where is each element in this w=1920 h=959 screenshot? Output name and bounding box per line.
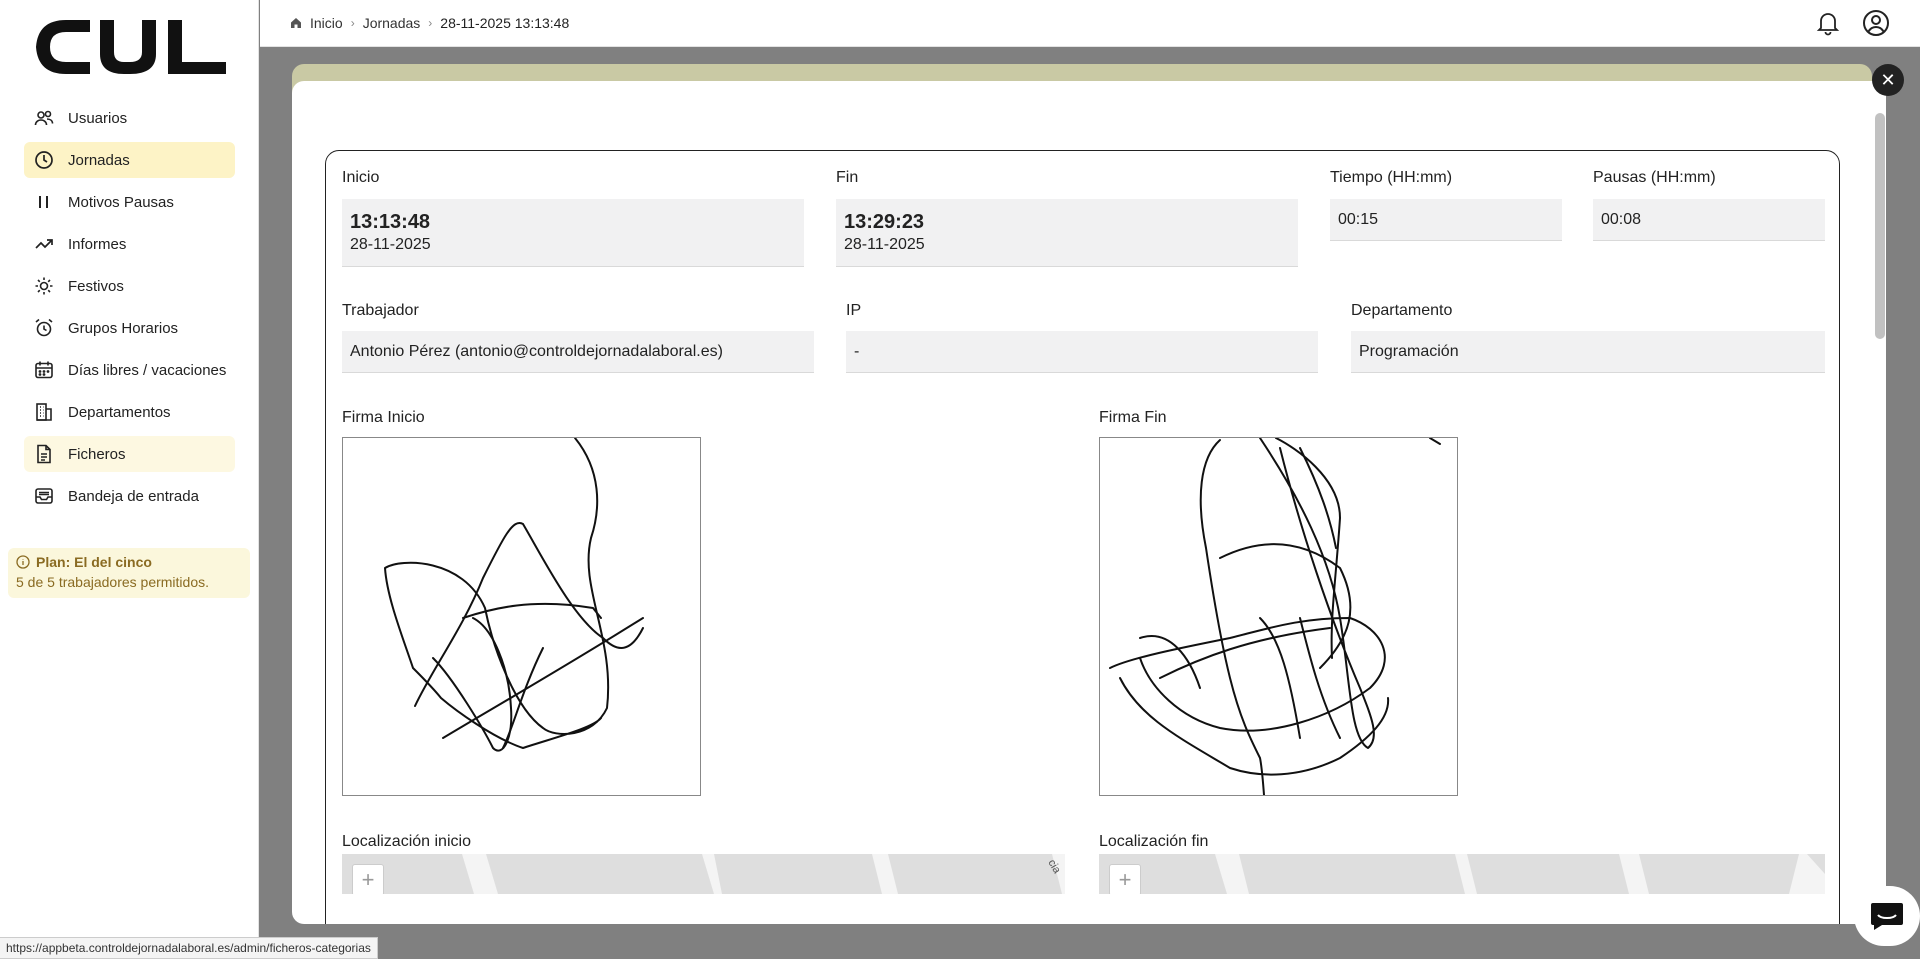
breadcrumb-inicio[interactable]: Inicio: [310, 15, 343, 31]
jornada-record-card: Inicio 13:13:48 28-11-2025 Fin 13:29:23 …: [325, 150, 1840, 924]
trabajador-field: Antonio Pérez (antonio@controldejornadal…: [342, 331, 814, 373]
sidebar-item-label: Festivos: [68, 277, 124, 295]
plan-title-row: Plan: El del cinco: [16, 554, 242, 570]
loc-inicio-label: Localización inicio: [342, 833, 471, 850]
topbar: Inicio › Jornadas › 28-11-2025 13:13:48: [260, 0, 1920, 47]
tiempo-field: 00:15: [1330, 199, 1562, 241]
sidebar-item-festivos[interactable]: Festivos: [24, 268, 235, 304]
ip-label: IP: [846, 302, 862, 319]
firma-fin-image: [1099, 437, 1458, 796]
modal-scrollbar[interactable]: [1875, 113, 1885, 339]
sidebar-item-label: Jornadas: [68, 151, 130, 169]
plan-detail: 5 de 5 trabajadores permitidos.: [16, 574, 209, 590]
chevron-right-icon: ›: [350, 16, 355, 30]
plan-title: Plan: El del cinco: [36, 554, 152, 570]
ip-field: -: [846, 331, 1318, 373]
fin-time: 13:29:23: [844, 211, 925, 233]
app-logo[interactable]: [30, 14, 230, 80]
users-icon: [34, 108, 54, 128]
pausas-label: Pausas (HH:mm): [1593, 169, 1716, 186]
loc-fin-map[interactable]: +: [1099, 854, 1825, 894]
breadcrumb: Inicio › Jornadas › 28-11-2025 13:13:48: [290, 15, 569, 31]
departamento-field: Programación: [1351, 331, 1825, 373]
clock-icon: [34, 150, 54, 170]
zoom-in-button[interactable]: +: [1109, 864, 1141, 894]
chat-button[interactable]: [1854, 886, 1920, 946]
tiempo-label: Tiempo (HH:mm): [1330, 169, 1453, 186]
status-bar-url: https://appbeta.controldejornadalaboral.…: [0, 937, 378, 959]
trend-icon: [34, 234, 54, 254]
sidebar-item-dias-libres[interactable]: Días libres / vacaciones: [24, 352, 235, 388]
sidebar-item-label: Días libres / vacaciones: [68, 361, 227, 379]
jornada-detail-modal: Inicio 13:13:48 28-11-2025 Fin 13:29:23 …: [292, 81, 1886, 924]
fin-label: Fin: [836, 169, 859, 186]
departamento-label: Departamento: [1351, 302, 1453, 319]
fin-field: 13:29:23 28-11-2025: [836, 199, 1298, 267]
breadcrumb-current: 28-11-2025 13:13:48: [440, 15, 570, 31]
firma-fin-label: Firma Fin: [1099, 409, 1167, 426]
info-icon: [16, 555, 30, 569]
user-account-icon[interactable]: [1862, 9, 1890, 37]
sidebar-item-departamentos[interactable]: Departamentos: [24, 394, 235, 430]
sidebar-item-label: Departamentos: [68, 403, 171, 421]
sidebar-item-label: Bandeja de entrada: [68, 487, 199, 505]
sidebar-item-label: Usuarios: [68, 109, 128, 127]
sidebar-item-bandeja[interactable]: Bandeja de entrada: [24, 478, 235, 514]
trabajador-label: Trabajador: [342, 302, 419, 319]
inicio-field: 13:13:48 28-11-2025: [342, 199, 804, 267]
sidebar-item-label: Informes: [68, 235, 127, 253]
sidebar-item-informes[interactable]: Informes: [24, 226, 235, 262]
calendar-icon: [34, 360, 54, 380]
inicio-label: Inicio: [342, 169, 380, 186]
inicio-time: 13:13:48: [350, 211, 431, 233]
alarm-icon: [34, 318, 54, 338]
close-modal-button[interactable]: ✕: [1872, 64, 1904, 96]
plan-info: Plan: El del cinco 5 de 5 trabajadores p…: [8, 548, 250, 598]
breadcrumb-jornadas[interactable]: Jornadas: [363, 15, 421, 31]
sun-icon: [34, 276, 54, 296]
close-icon: ✕: [1880, 69, 1896, 90]
inbox-icon: [34, 486, 54, 506]
sidebar-item-ficheros[interactable]: Ficheros: [24, 436, 235, 472]
sidebar-item-motivos-pausas[interactable]: Motivos Pausas: [24, 184, 235, 220]
sidebar-item-grupos-horarios[interactable]: Grupos Horarios: [24, 310, 235, 346]
chevron-right-icon: ›: [428, 16, 433, 30]
inicio-date: 28-11-2025: [350, 236, 431, 253]
zoom-in-button[interactable]: +: [352, 864, 384, 894]
fin-date: 28-11-2025: [844, 236, 925, 253]
pausas-field: 00:08: [1593, 199, 1825, 241]
sidebar: Usuarios Jornadas Motivos Pausas Informe…: [0, 0, 259, 957]
sidebar-item-label: Motivos Pausas: [68, 193, 174, 211]
loc-inicio-map[interactable]: cia +: [342, 854, 1065, 894]
loc-fin-label: Localización fin: [1099, 833, 1209, 850]
firma-inicio-label: Firma Inicio: [342, 409, 425, 426]
topbar-actions: [1816, 9, 1890, 37]
building-icon: [34, 402, 54, 422]
firma-inicio-image: [342, 437, 701, 796]
sidebar-item-label: Grupos Horarios: [68, 319, 179, 337]
sidebar-nav: Usuarios Jornadas Motivos Pausas Informe…: [24, 100, 235, 520]
home-icon: [291, 18, 301, 28]
file-icon: [34, 444, 54, 464]
sidebar-item-label: Ficheros: [68, 445, 126, 463]
pause-icon: [34, 192, 54, 212]
chat-icon: [1871, 903, 1903, 930]
sidebar-item-usuarios[interactable]: Usuarios: [24, 100, 235, 136]
sidebar-item-jornadas[interactable]: Jornadas: [24, 142, 235, 178]
bell-icon[interactable]: [1816, 10, 1840, 36]
